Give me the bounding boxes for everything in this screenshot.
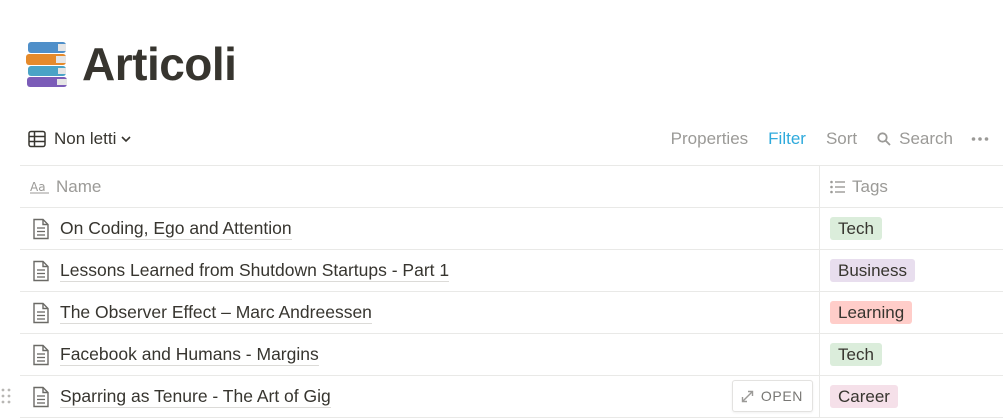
tag-badge: Career	[830, 385, 898, 408]
row-title[interactable]: Sparring as Tenure - The Art of Gig	[60, 385, 331, 408]
name-column-header[interactable]: Aa Name	[20, 166, 820, 207]
tags-cell[interactable]: Tech	[820, 334, 1003, 375]
tag-badge: Tech	[830, 343, 882, 366]
table-row[interactable]: Sparring as Tenure - The Art of Gig OPEN…	[1, 376, 1003, 418]
svg-text:Aa: Aa	[30, 180, 46, 194]
more-options-button[interactable]	[971, 136, 989, 142]
table-row[interactable]: Lessons Learned from Shutdown Startups -…	[20, 250, 1003, 292]
database-toolbar: Non letti Properties Filter Sort Search	[20, 124, 1003, 154]
search-button[interactable]: Search	[877, 129, 953, 149]
open-label: OPEN	[760, 388, 803, 404]
page-header: Articoli	[24, 34, 237, 94]
chevron-down-icon	[121, 136, 131, 143]
more-icon	[971, 137, 989, 141]
table-row[interactable]: On Coding, Ego and Attention Tech	[20, 208, 1003, 250]
page-title: Articoli	[82, 38, 237, 90]
list-property-icon	[830, 180, 845, 193]
toolbar-actions: Properties Filter Sort Search	[651, 124, 989, 154]
tag-badge: Tech	[830, 217, 882, 240]
open-page-button[interactable]: OPEN	[731, 380, 813, 412]
table-header-row: Aa Name Tags	[20, 166, 1003, 208]
tag-badge: Learning	[830, 301, 913, 324]
books-icon	[26, 42, 67, 87]
expand-icon	[741, 390, 754, 402]
drag-handle-icon[interactable]	[0, 387, 12, 405]
table-row[interactable]: The Observer Effect – Marc Andreessen Le…	[20, 292, 1003, 334]
filter-button[interactable]: Filter	[768, 129, 806, 149]
row-title[interactable]: Facebook and Humans - Margins	[60, 343, 319, 366]
row-title[interactable]: On Coding, Ego and Attention	[60, 217, 292, 240]
view-name: Non letti	[54, 129, 117, 148]
page-icon	[33, 302, 49, 323]
tags-cell[interactable]: Business	[820, 250, 1003, 291]
table-row[interactable]: Facebook and Humans - Margins Tech	[20, 334, 1003, 376]
name-cell[interactable]: On Coding, Ego and Attention	[20, 208, 820, 249]
name-cell[interactable]: Lessons Learned from Shutdown Startups -…	[20, 250, 820, 291]
view-switcher[interactable]: Non letti	[28, 129, 132, 149]
sort-button[interactable]: Sort	[826, 129, 857, 149]
search-label: Search	[899, 129, 953, 148]
properties-button[interactable]: Properties	[671, 129, 748, 149]
page-icon	[33, 344, 49, 365]
page-icon	[33, 386, 49, 407]
name-column-label: Name	[56, 176, 102, 196]
name-cell[interactable]: The Observer Effect – Marc Andreessen	[20, 292, 820, 333]
tags-column-label: Tags	[852, 176, 888, 196]
table-view-icon	[28, 130, 46, 148]
tag-badge: Business	[830, 259, 915, 282]
tags-column-header[interactable]: Tags	[820, 166, 1003, 207]
text-property-icon: Aa	[30, 180, 49, 194]
page-icon	[33, 260, 49, 281]
search-icon	[877, 132, 891, 146]
tags-cell[interactable]: Learning	[820, 292, 1003, 333]
row-title[interactable]: Lessons Learned from Shutdown Startups -…	[60, 259, 450, 282]
page-icon	[33, 218, 49, 239]
name-cell[interactable]: Facebook and Humans - Margins	[20, 334, 820, 375]
row-title[interactable]: The Observer Effect – Marc Andreessen	[60, 301, 372, 324]
tags-cell[interactable]: Tech	[820, 208, 1003, 249]
database-table: Aa Name Tags On Coding, Ego and Attentio…	[1, 165, 1003, 418]
